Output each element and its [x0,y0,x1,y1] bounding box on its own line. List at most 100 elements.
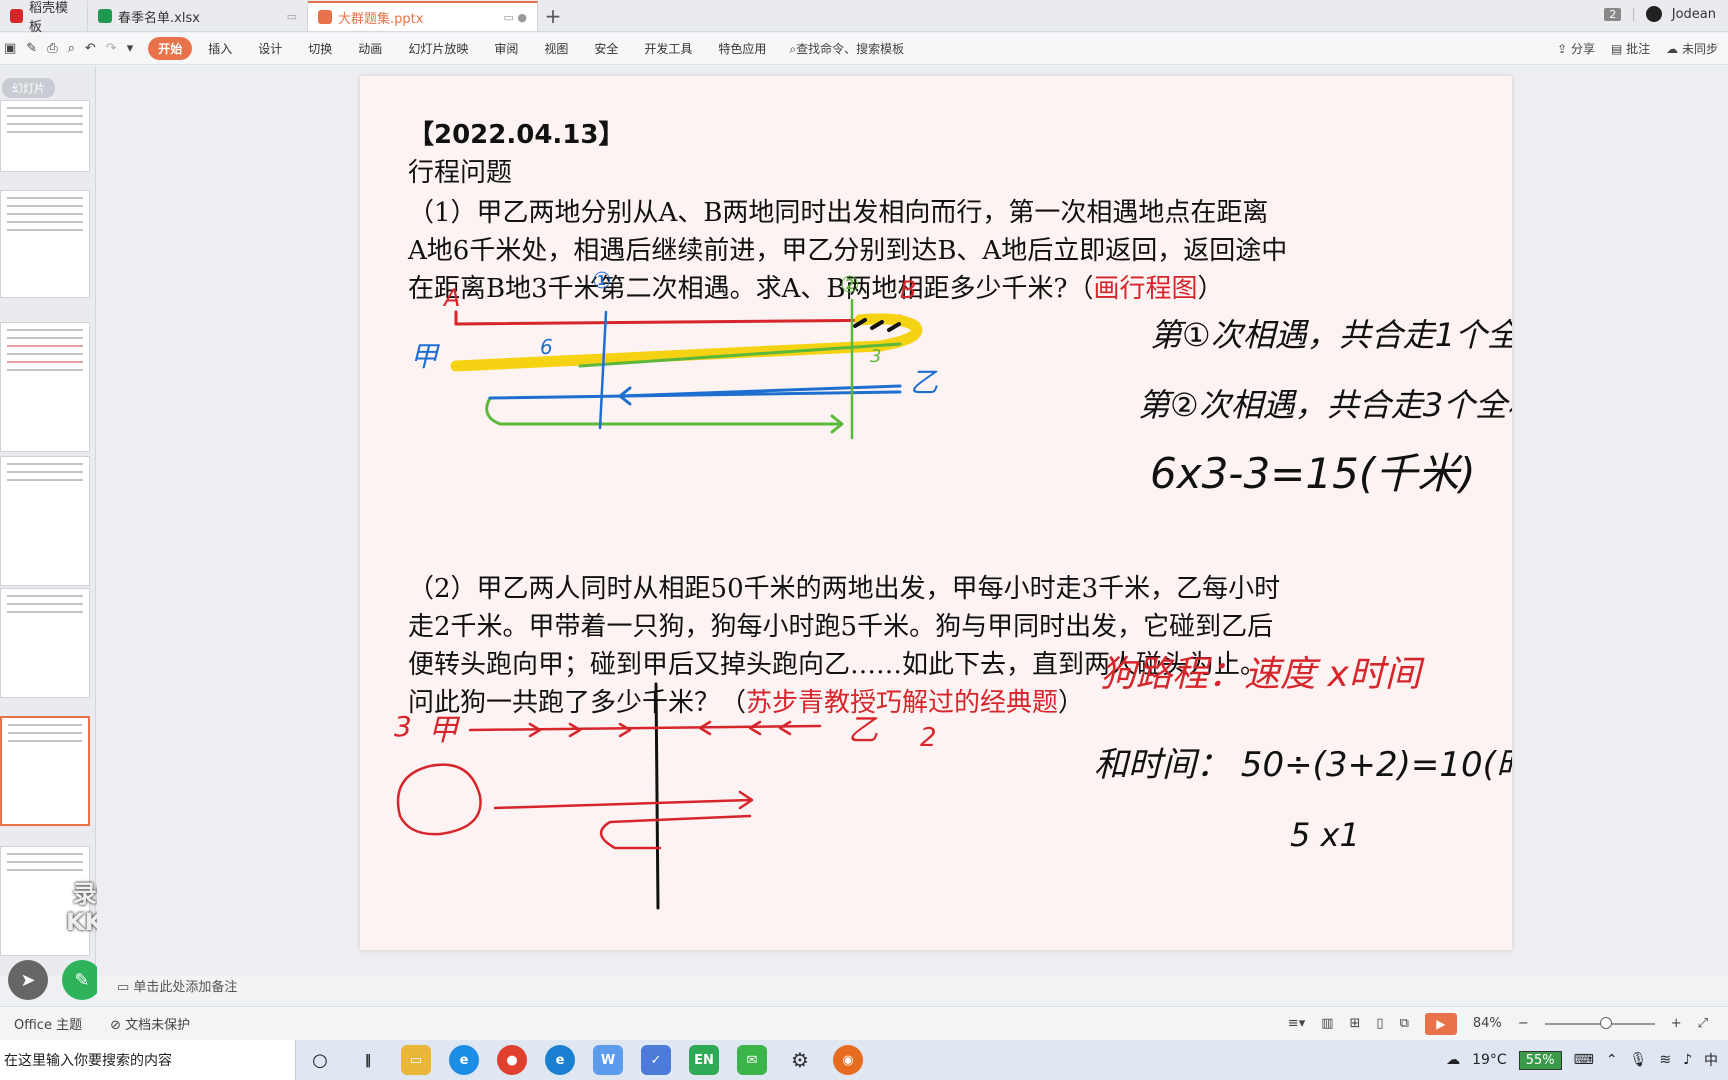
wechat-icon[interactable]: ✉ [737,1045,767,1075]
notes-area[interactable]: ▭ 单击此处添加备注 [97,976,1728,1000]
edge-icon[interactable]: e [545,1045,575,1075]
slide-thumbnail[interactable] [0,588,90,698]
cortana-icon[interactable]: ○ [305,1045,335,1075]
file-explorer-icon[interactable]: ▭ [401,1045,431,1075]
share-icon: ⇪ [1557,42,1571,56]
taskbar-search[interactable]: 在这里输入你要搜索的内容 [0,1040,296,1080]
menu-transition[interactable]: 切换 [298,37,342,60]
network-icon[interactable]: ≋ [1659,1052,1671,1068]
monitor-icon: ▭ [286,9,297,23]
normal-view-icon[interactable]: ▥ [1321,1016,1333,1031]
redo-icon[interactable]: ↷ [106,41,117,56]
zoom-level[interactable]: 84% [1473,1016,1502,1031]
slide[interactable]: 【2022.04.13】 行程问题 （1）甲乙两地分别从A、B两地同时出发相向而… [360,76,1512,950]
zoom-slider[interactable] [1544,1016,1655,1029]
sync-button[interactable]: ☁ 未同步 [1666,40,1718,57]
microphone-icon[interactable]: 🎙 [1630,1052,1648,1068]
menu-design[interactable]: 设计 [248,37,292,60]
walk-line [468,724,822,732]
menu-review[interactable]: 审阅 [484,37,528,60]
tab-spring-list[interactable]: 春季名单.xlsx ▭ [88,1,308,31]
comment-icon: ▤ [1610,42,1627,56]
slides-panel-header[interactable]: 幻灯片 [2,78,55,98]
share-button[interactable]: ⇪ 分享 [1557,40,1595,57]
tab-daoke-templates[interactable]: 稻壳模板 [0,1,88,35]
settings-icon[interactable]: ⚙ [785,1045,815,1075]
sync-label: 未同步 [1681,42,1718,56]
label-b: B [900,276,916,304]
hw-dog-calc: 5 x1 [1290,816,1360,854]
slide-thumbnail-active[interactable] [0,716,90,826]
weather-icon[interactable]: ☁ [1446,1052,1460,1068]
window-controls: 2 | Jodean [1604,6,1716,22]
menu-features[interactable]: 特色应用 [708,37,776,60]
menu-insert[interactable]: 插入 [198,37,242,60]
format-painter-icon[interactable]: ✎ [26,41,37,56]
slide-thumbnail[interactable] [0,456,90,586]
zoom-slider-knob[interactable] [1599,1016,1612,1029]
en-app-icon[interactable]: EN [689,1045,719,1075]
pen-icon: ✎ [74,969,90,991]
chrome-icon[interactable]: ● [497,1045,527,1075]
play-slideshow-button[interactable]: ▶ [1424,1012,1457,1035]
p2-label-yi: 乙 [848,713,878,748]
menu-right: ⇪ 分享 ▤ 批注 ☁ 未同步 [1557,40,1728,57]
notes-toggle-icon[interactable]: ≡▾ [1288,1016,1305,1031]
label-three: 3 [870,346,881,367]
chevron-down-icon[interactable]: ▾ [127,41,134,56]
undo-icon[interactable]: ↶ [85,41,96,56]
label-jia: 甲 [410,340,440,373]
zoom-in-button[interactable]: + [1671,1016,1682,1031]
mark-second-meet: ② [840,273,860,298]
comment-button[interactable]: ▤ 批注 [1611,40,1650,57]
command-search-label: 查找命令、搜索模板 [796,42,905,56]
daoke-icon [10,9,23,23]
fit-window-icon[interactable]: ⤢ [1698,1016,1708,1031]
preview-icon[interactable]: ⌕ [68,41,75,56]
dog-route [493,790,754,850]
zoom-out-button[interactable]: − [1518,1016,1529,1031]
window-count-badge[interactable]: 2 [1604,7,1622,21]
menu-view[interactable]: 视图 [534,37,578,60]
menu-home[interactable]: 开始 [148,37,193,60]
pen-tool-button[interactable]: ✎ [62,960,102,1000]
recorder-icon[interactable]: ◉ [833,1045,863,1075]
taskbar-search-placeholder: 在这里输入你要搜索的内容 [4,1053,172,1069]
battery-level[interactable]: 55% [1518,1050,1562,1070]
temperature[interactable]: 19°C [1472,1052,1507,1068]
menu-animation[interactable]: 动画 [348,37,392,60]
mark-first-meet: ① [592,269,612,294]
reading-view-icon[interactable]: ▯ [1376,1016,1383,1031]
slide-thumbnail[interactable] [0,100,90,172]
cloud-icon: ☁ [1666,42,1682,56]
slide-thumbnail[interactable] [0,190,90,298]
command-search[interactable]: ⌕查找命令、搜索模板 [789,40,904,57]
slideshow-view-icon[interactable]: ⧉ [1400,1016,1409,1031]
menu-slideshow[interactable]: 幻灯片放映 [398,37,478,60]
print-icon[interactable]: ⎙ [47,41,57,56]
task-view-icon[interactable]: ‖ [353,1045,383,1075]
ie-icon[interactable]: e [449,1045,479,1075]
os-taskbar: 在这里输入你要搜索的内容 ○ ‖ ▭ e ● e W ✓ EN ✉ ⚙ ◉ ☁ … [0,1040,1728,1080]
sorter-view-icon[interactable]: ⊞ [1350,1016,1361,1031]
slide-thumbnail[interactable] [0,322,90,452]
wps-icon[interactable]: W [593,1045,623,1075]
ime-indicator[interactable]: 中 [1704,1050,1718,1070]
doc-protection[interactable]: ⊘ 文档未保护 [96,1014,204,1033]
volume-icon[interactable]: ♪ [1683,1052,1692,1068]
doc-protection-label: 文档未保护 [125,1018,191,1033]
tray-expand-icon[interactable]: ⌃ [1606,1052,1618,1068]
user-name[interactable]: Jodean [1672,7,1716,22]
theme-name[interactable]: Office 主题 [0,1014,96,1033]
keyboard-icon[interactable]: ⌨ [1574,1052,1594,1068]
tab-presentation[interactable]: 大群题集.pptx ▭ ● [308,1,538,31]
app-icon[interactable]: ✓ [641,1045,671,1075]
tab-bar: 稻壳模板 春季名单.xlsx ▭ 大群题集.pptx ▭ ● + 2 | Jod… [0,0,1728,35]
save-icon[interactable]: ▣ [4,41,16,56]
user-avatar[interactable] [1645,6,1662,22]
pointer-tool-button[interactable]: ➤ [8,960,48,1000]
blue-route-path [488,384,902,400]
menu-developer[interactable]: 开发工具 [634,37,702,60]
menu-security[interactable]: 安全 [584,37,628,60]
new-tab-button[interactable]: + [538,1,568,31]
